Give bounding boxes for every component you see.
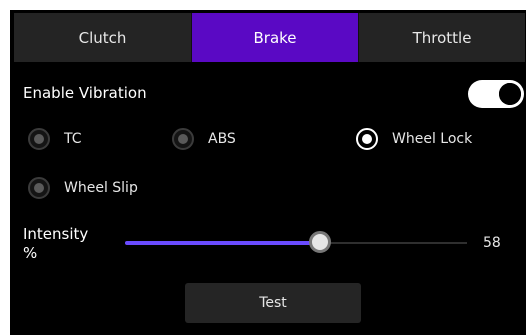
slider-thumb[interactable] xyxy=(309,231,331,253)
option-label: Wheel Lock xyxy=(392,131,473,147)
intensity-value: 58 xyxy=(483,235,501,251)
toggle-knob xyxy=(499,83,521,105)
option-abs[interactable]: ABS xyxy=(172,128,236,150)
option-wheel-lock[interactable]: Wheel Lock xyxy=(356,128,472,150)
pedal-tabs: Clutch Brake Throttle xyxy=(14,13,525,62)
intensity-slider[interactable] xyxy=(125,231,467,253)
radio-button-icon xyxy=(356,128,378,150)
intensity-label-line2: % xyxy=(23,244,38,262)
option-label: TC xyxy=(64,131,82,147)
enable-vibration-toggle[interactable] xyxy=(468,80,524,108)
tab-clutch[interactable]: Clutch xyxy=(14,13,191,62)
enable-vibration-label: Enable Vibration xyxy=(23,84,147,102)
intensity-label: Intensity % xyxy=(23,225,88,263)
option-label: ABS xyxy=(208,131,236,147)
intensity-label-line1: Intensity xyxy=(23,225,89,243)
slider-fill xyxy=(125,241,320,245)
option-tc[interactable]: TC xyxy=(28,128,82,150)
test-button[interactable]: Test xyxy=(185,283,361,323)
radio-button-icon xyxy=(172,128,194,150)
tab-throttle[interactable]: Throttle xyxy=(358,13,525,62)
radio-button-icon xyxy=(28,128,50,150)
window-top-edge xyxy=(0,0,528,10)
option-wheel-slip[interactable]: Wheel Slip xyxy=(28,177,138,199)
tab-brake[interactable]: Brake xyxy=(191,13,358,62)
window-left-edge xyxy=(0,0,10,335)
option-label: Wheel Slip xyxy=(64,180,138,196)
radio-button-icon xyxy=(28,177,50,199)
